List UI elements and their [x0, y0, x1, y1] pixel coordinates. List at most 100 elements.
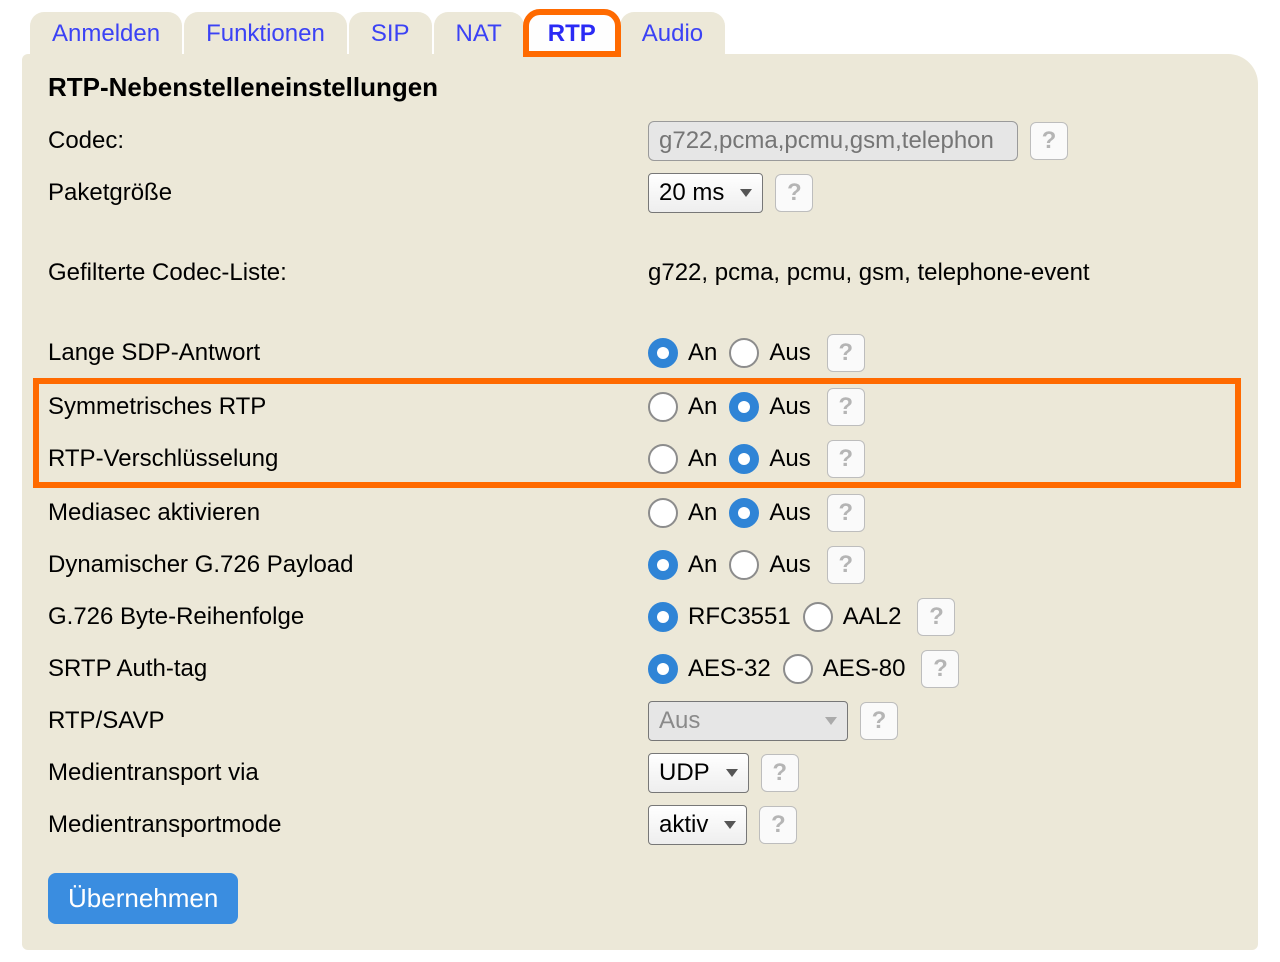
- tab-anmelden[interactable]: Anmelden: [30, 12, 182, 54]
- radio-dot-icon: [729, 498, 759, 528]
- row-sym-rtp: Symmetrisches RTP An Aus ?: [48, 381, 1232, 433]
- rtp-enc-radio-aus[interactable]: Aus: [729, 444, 810, 474]
- radio-label: An: [688, 445, 717, 473]
- radio-dot-icon: [648, 654, 678, 684]
- help-icon[interactable]: ?: [827, 546, 865, 584]
- srtp-radio-aes80[interactable]: AES-80: [783, 654, 906, 684]
- tab-sip[interactable]: SIP: [349, 12, 432, 54]
- radio-label: RFC3551: [688, 603, 791, 631]
- help-icon[interactable]: ?: [827, 494, 865, 532]
- media-transport-mode-select[interactable]: aktiv: [648, 805, 747, 845]
- row-rtp-enc: RTP-Verschlüsselung An Aus ?: [48, 433, 1232, 485]
- tab-audio[interactable]: Audio: [620, 12, 725, 54]
- label-srtp-auth: SRTP Auth-tag: [48, 655, 648, 683]
- section-title: RTP-Nebenstelleneinstellungen: [48, 72, 1232, 103]
- radio-label: Aus: [769, 393, 810, 421]
- radio-label: An: [688, 393, 717, 421]
- help-icon[interactable]: ?: [921, 650, 959, 688]
- radio-dot-icon: [648, 444, 678, 474]
- g726-order-radio-rfc[interactable]: RFC3551: [648, 602, 791, 632]
- submit-button[interactable]: Übernehmen: [48, 873, 238, 924]
- radio-dot-icon: [648, 392, 678, 422]
- rtp-settings-panel: RTP-Nebenstelleneinstellungen Codec: ? P…: [22, 54, 1258, 950]
- row-dyn-g726: Dynamischer G.726 Payload An Aus ?: [48, 539, 1232, 591]
- sym-rtp-radio-aus[interactable]: Aus: [729, 392, 810, 422]
- radio-dot-icon: [648, 338, 678, 368]
- long-sdp-radio-aus[interactable]: Aus: [729, 338, 810, 368]
- select-value: aktiv: [659, 811, 708, 839]
- radio-label: AES-32: [688, 655, 771, 683]
- tab-label: RTP: [548, 20, 596, 47]
- radio-dot-icon: [648, 498, 678, 528]
- row-mediasec: Mediasec aktivieren An Aus ?: [48, 487, 1232, 539]
- packet-size-select[interactable]: 20 ms: [648, 173, 763, 213]
- radio-label: Aus: [769, 445, 810, 473]
- label-rtp-enc: RTP-Verschlüsselung: [48, 445, 648, 473]
- help-icon[interactable]: ?: [761, 754, 799, 792]
- mediasec-radio-aus[interactable]: Aus: [729, 498, 810, 528]
- dyn-g726-radio-an[interactable]: An: [648, 550, 717, 580]
- tab-bar: Anmelden Funktionen SIP NAT RTP Audio: [22, 12, 1258, 54]
- radio-dot-icon: [803, 602, 833, 632]
- filtered-codecs-value: g722, pcma, pcmu, gsm, telephone-event: [648, 259, 1090, 287]
- radio-label: AAL2: [843, 603, 902, 631]
- radio-label: Aus: [769, 499, 810, 527]
- label-mediasec: Mediasec aktivieren: [48, 499, 648, 527]
- radio-dot-icon: [783, 654, 813, 684]
- help-icon[interactable]: ?: [917, 598, 955, 636]
- rtp-savp-select[interactable]: Aus: [648, 701, 848, 741]
- label-rtp-savp: RTP/SAVP: [48, 707, 648, 735]
- radio-label: Aus: [769, 339, 810, 367]
- chevron-down-icon: [724, 821, 736, 829]
- help-icon[interactable]: ?: [775, 174, 813, 212]
- g726-order-radio-aal2[interactable]: AAL2: [803, 602, 902, 632]
- dyn-g726-radio-aus[interactable]: Aus: [729, 550, 810, 580]
- media-transport-select[interactable]: UDP: [648, 753, 749, 793]
- row-g726-order: G.726 Byte-Reihenfolge RFC3551 AAL2 ?: [48, 591, 1232, 643]
- row-srtp-auth: SRTP Auth-tag AES-32 AES-80 ?: [48, 643, 1232, 695]
- label-dyn-g726: Dynamischer G.726 Payload: [48, 551, 648, 579]
- label-long-sdp: Lange SDP-Antwort: [48, 339, 648, 367]
- help-icon[interactable]: ?: [827, 334, 865, 372]
- chevron-down-icon: [726, 769, 738, 777]
- tab-nat[interactable]: NAT: [434, 12, 524, 54]
- label-g726-order: G.726 Byte-Reihenfolge: [48, 603, 648, 631]
- select-value: 20 ms: [659, 179, 724, 207]
- radio-label: Aus: [769, 551, 810, 579]
- tab-label: Funktionen: [206, 20, 325, 47]
- radio-label: An: [688, 339, 717, 367]
- radio-dot-icon: [729, 338, 759, 368]
- select-value: UDP: [659, 759, 710, 787]
- label-codec: Codec:: [48, 127, 648, 155]
- mediasec-radio-an[interactable]: An: [648, 498, 717, 528]
- sym-rtp-radio-an[interactable]: An: [648, 392, 717, 422]
- tab-label: NAT: [456, 20, 502, 47]
- row-codec: Codec: ?: [48, 115, 1232, 167]
- row-rtp-savp: RTP/SAVP Aus ?: [48, 695, 1232, 747]
- help-icon[interactable]: ?: [1030, 122, 1068, 160]
- radio-dot-icon: [648, 602, 678, 632]
- help-icon[interactable]: ?: [860, 702, 898, 740]
- row-filtered-codecs: Gefilterte Codec-Liste: g722, pcma, pcmu…: [48, 247, 1232, 299]
- rtp-enc-radio-an[interactable]: An: [648, 444, 717, 474]
- help-icon[interactable]: ?: [759, 806, 797, 844]
- chevron-down-icon: [740, 189, 752, 197]
- help-icon[interactable]: ?: [827, 388, 865, 426]
- help-icon[interactable]: ?: [827, 440, 865, 478]
- tab-rtp[interactable]: RTP: [526, 12, 618, 54]
- highlight-box: Symmetrisches RTP An Aus ? RTP-Verschlüs…: [36, 381, 1238, 485]
- radio-dot-icon: [729, 550, 759, 580]
- label-sym-rtp: Symmetrisches RTP: [48, 393, 648, 421]
- label-packet-size: Paketgröße: [48, 179, 648, 207]
- tab-funktionen[interactable]: Funktionen: [184, 12, 347, 54]
- radio-dot-icon: [648, 550, 678, 580]
- long-sdp-radio-an[interactable]: An: [648, 338, 717, 368]
- tab-label: SIP: [371, 20, 410, 47]
- row-long-sdp: Lange SDP-Antwort An Aus ?: [48, 327, 1232, 379]
- codec-input[interactable]: [648, 121, 1018, 161]
- radio-dot-icon: [729, 392, 759, 422]
- srtp-radio-aes32[interactable]: AES-32: [648, 654, 771, 684]
- tab-label: Audio: [642, 20, 703, 47]
- chevron-down-icon: [825, 717, 837, 725]
- label-media-transport: Medientransport via: [48, 759, 648, 787]
